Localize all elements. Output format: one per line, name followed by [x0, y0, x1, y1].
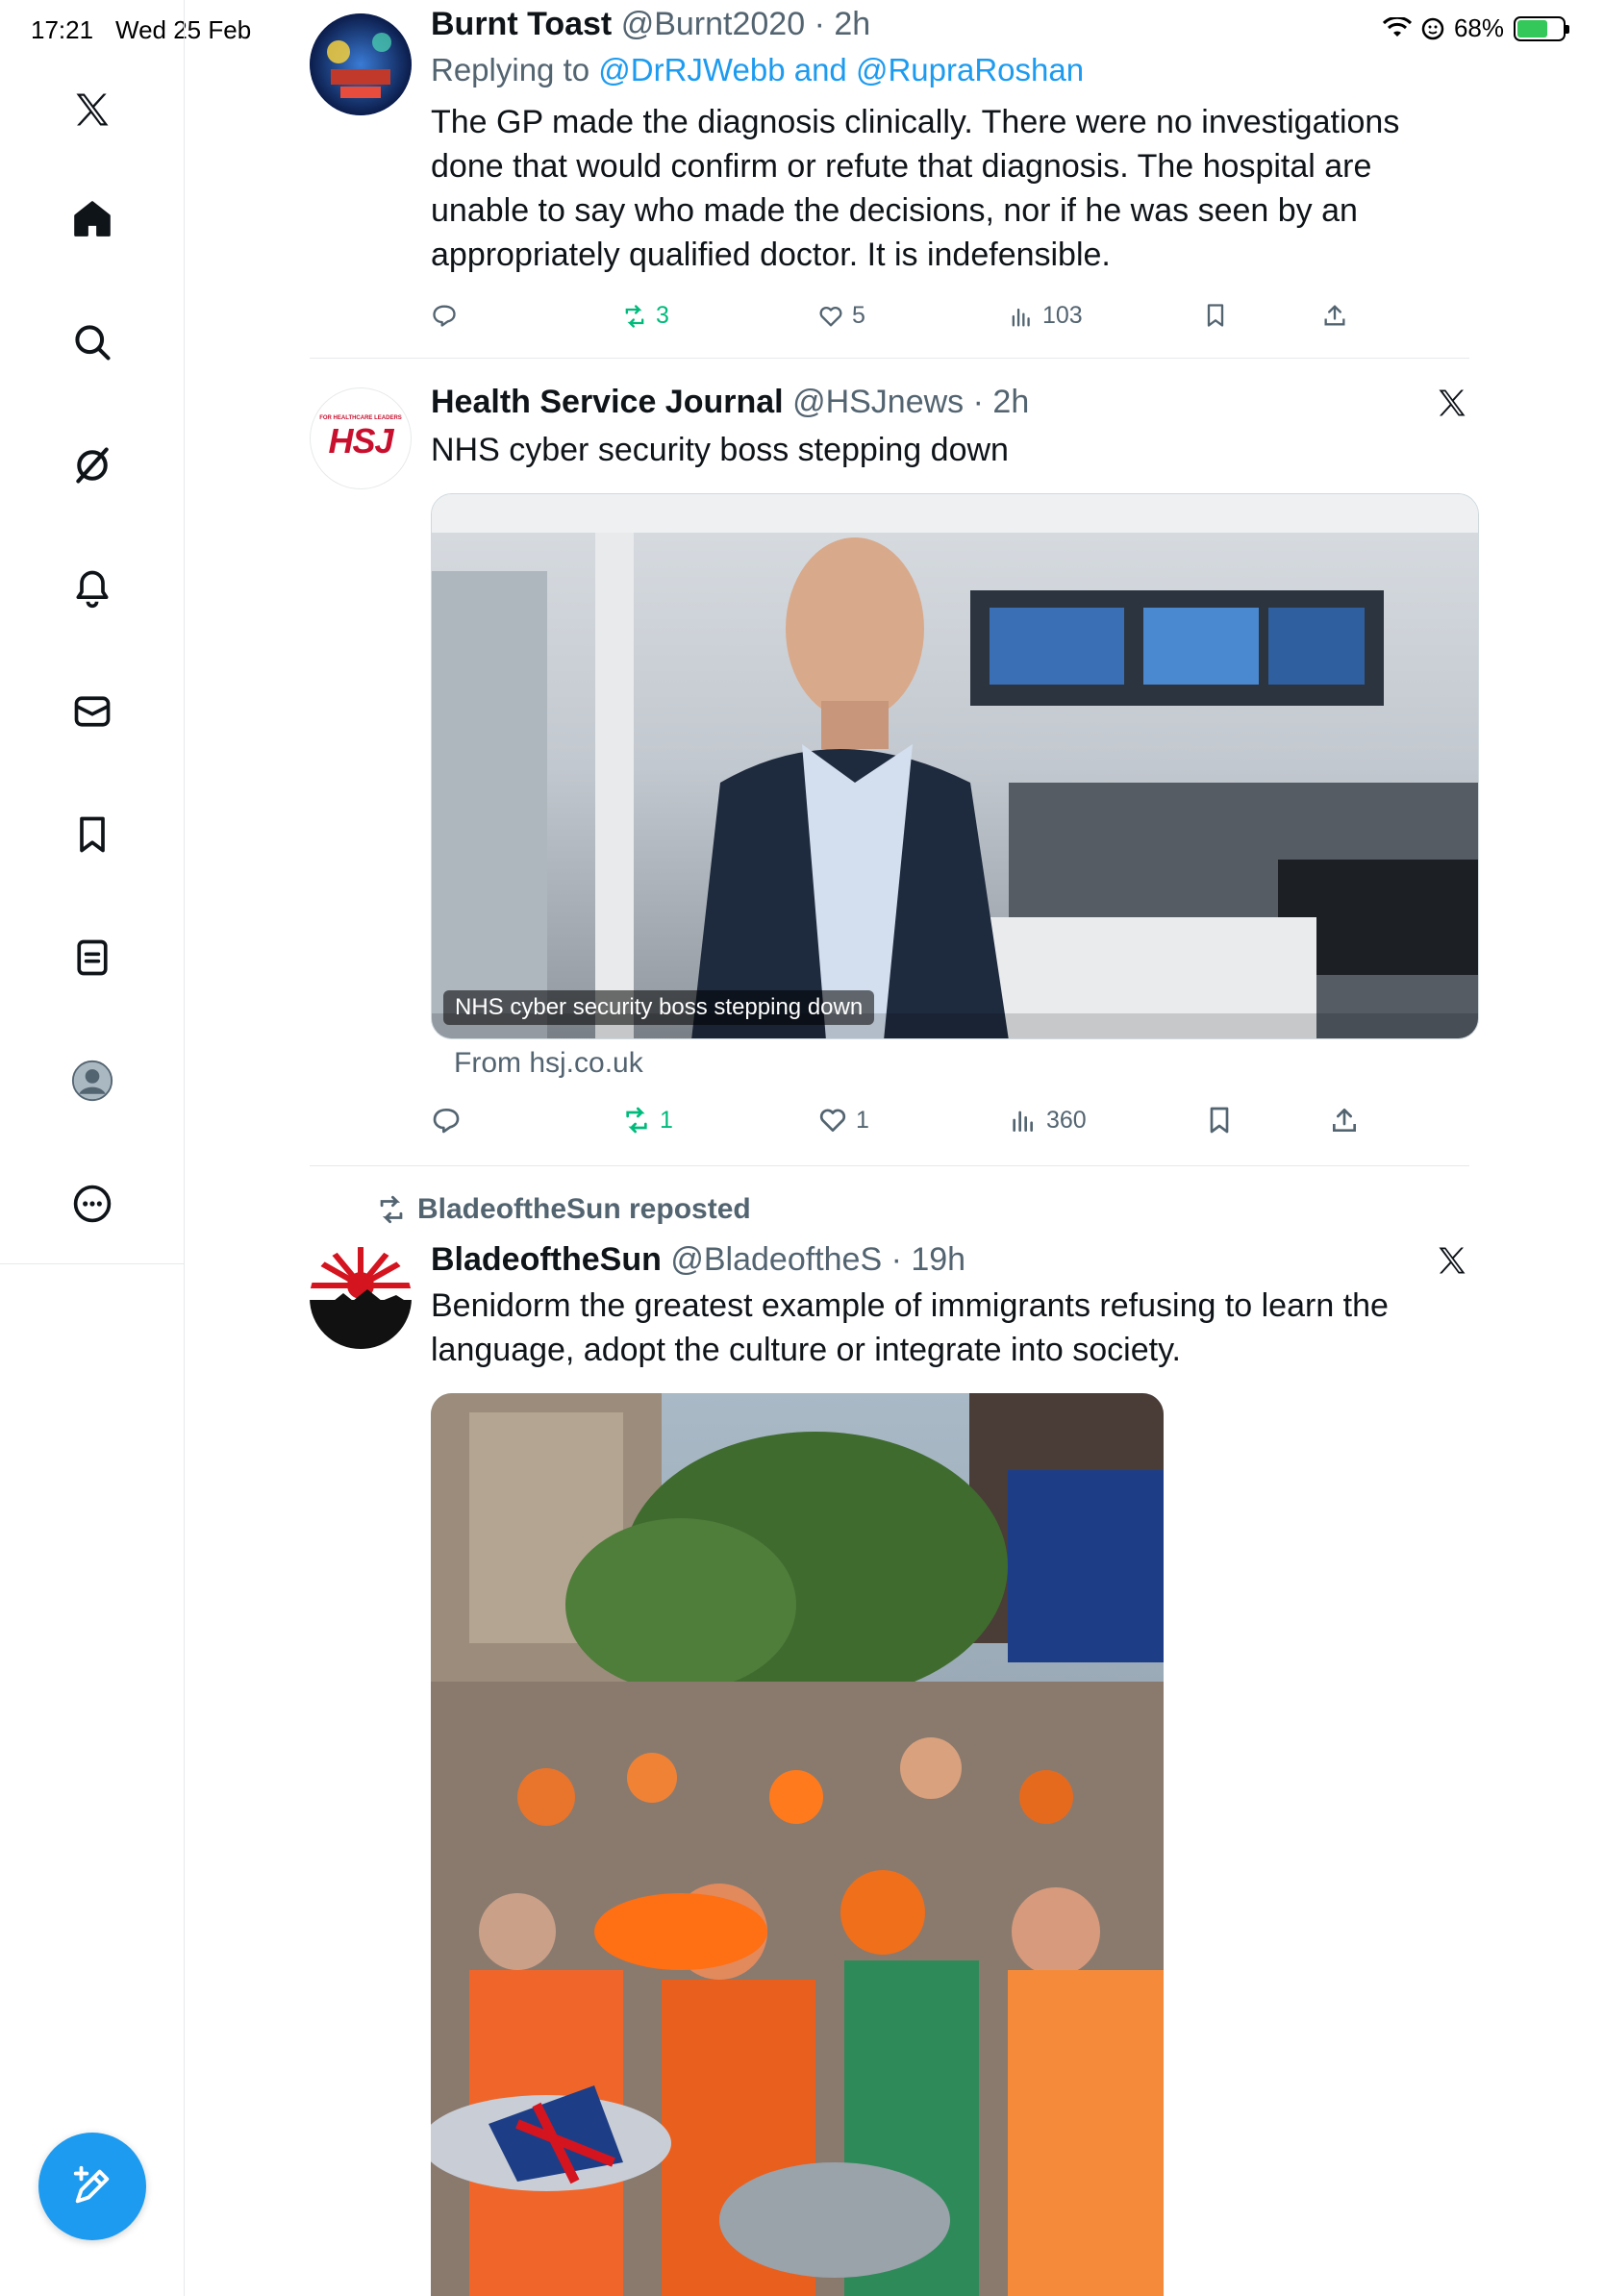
notifications-bell-icon[interactable] — [58, 554, 127, 623]
view-count: 360 — [1046, 1106, 1087, 1134]
avatar[interactable]: FOR HEALTHCARE LEADERS HSJ — [310, 387, 412, 489]
share-icon — [1324, 305, 1345, 326]
tweet-bladeofthesun[interactable]: BladeoftheSun reposted BladeoftheSun @Bl… — [310, 1166, 1469, 2296]
reply-button[interactable] — [431, 302, 458, 329]
compose-quill-icon — [73, 2165, 110, 2204]
bookmark-button[interactable] — [1204, 1105, 1235, 1136]
tweet-header: BladeoftheSun @BladeoftheS · 19h — [431, 1241, 966, 1278]
bookmark-icon — [1207, 304, 1224, 327]
more-options-icon[interactable] — [58, 1169, 127, 1238]
author-name[interactable]: BladeoftheSun — [431, 1241, 662, 1278]
views-chart-icon — [1013, 1111, 1033, 1132]
profile-avatar-icon[interactable] — [58, 1046, 127, 1115]
compose-post-button[interactable] — [38, 2133, 146, 2240]
views-button[interactable]: 360 — [1008, 1105, 1087, 1136]
repost-icon — [626, 1107, 647, 1134]
tweet-time[interactable]: 2h — [992, 384, 1029, 420]
share-button[interactable] — [1329, 1105, 1360, 1136]
replying-to-prefix: Replying to — [431, 52, 590, 87]
crowd-photo — [431, 1393, 1164, 2296]
reply-icon — [433, 1109, 460, 1134]
views-button[interactable]: 103 — [1008, 302, 1083, 330]
tweet-time[interactable]: 19h — [911, 1241, 965, 1278]
reply-button[interactable] — [431, 1105, 462, 1136]
repost-icon — [625, 304, 644, 328]
like-count: 1 — [856, 1106, 869, 1134]
x-logo-icon — [1439, 389, 1466, 416]
x-logo-icon — [1439, 1247, 1466, 1274]
like-button[interactable]: 5 — [817, 302, 865, 330]
tweet-actions: 1 1 360 — [431, 1105, 1469, 1143]
tweet-actions: 3 5 103 — [431, 302, 1469, 340]
repost-count: 3 — [656, 302, 669, 329]
avatar[interactable] — [310, 13, 412, 115]
author-handle[interactable]: @Burnt2020 — [621, 6, 805, 42]
card-source-link[interactable]: From hsj.co.uk — [454, 1047, 643, 1080]
views-chart-icon — [1012, 308, 1030, 326]
tweet-burnt-toast[interactable]: Burnt Toast @Burnt2020 · 2h Replying to … — [310, 0, 1469, 358]
repost-button[interactable]: 3 — [621, 302, 669, 330]
tweet-header: Health Service Journal @HSJnews · 2h — [431, 384, 1030, 420]
reposted-by-line[interactable]: BladeoftheSun reposted — [375, 1193, 751, 1226]
repost-button[interactable]: 1 — [621, 1105, 673, 1136]
article-photo — [432, 494, 1478, 1038]
share-icon — [1333, 1109, 1356, 1132]
avatar-logo-text: HSJ — [328, 421, 393, 461]
avatar[interactable] — [310, 1247, 412, 1349]
like-count: 5 — [852, 302, 865, 329]
tweet-text: NHS cyber security boss stepping down — [431, 432, 1009, 468]
card-caption: NHS cyber security boss stepping down — [443, 990, 875, 1025]
reply-icon — [433, 305, 456, 327]
repost-count: 1 — [660, 1106, 673, 1134]
bookmarks-icon[interactable] — [58, 800, 127, 869]
tweet-header: Burnt Toast @Burnt2020 · 2h — [431, 6, 871, 42]
tweet-time[interactable]: 2h — [834, 6, 870, 42]
replying-to-line: Replying to @DrRJWebb and @RupraRoshan — [431, 50, 1469, 90]
bookmark-button[interactable] — [1202, 302, 1229, 329]
x-logo-icon[interactable] — [58, 75, 127, 144]
lists-icon[interactable] — [58, 923, 127, 992]
bookmark-icon — [1210, 1107, 1229, 1134]
tweet-text: The GP made the diagnosis clinically. Th… — [431, 104, 1400, 273]
author-handle[interactable]: @BladeoftheS — [670, 1241, 882, 1278]
author-name[interactable]: Burnt Toast — [431, 6, 612, 42]
heart-icon — [819, 1109, 846, 1132]
author-handle[interactable]: @HSJnews — [792, 384, 964, 420]
sidebar — [0, 0, 185, 2296]
grok-icon[interactable] — [58, 431, 127, 500]
view-count: 103 — [1042, 302, 1083, 329]
tweet-media-photo[interactable] — [431, 1393, 1164, 2296]
tweet-hsj[interactable]: FOR HEALTHCARE LEADERS HSJ Health Servic… — [310, 359, 1479, 1166]
tweet-text: Benidorm the greatest example of immigra… — [431, 1287, 1389, 1368]
heart-icon — [819, 306, 842, 326]
reposted-by-text: BladeoftheSun reposted — [417, 1193, 751, 1225]
like-button[interactable]: 1 — [817, 1105, 869, 1136]
messages-envelope-icon[interactable] — [58, 677, 127, 746]
sidebar-divider — [0, 1263, 185, 1264]
author-name[interactable]: Health Service Journal — [431, 384, 784, 420]
replying-to-users-link[interactable]: @DrRJWebb and @RupraRoshan — [598, 52, 1084, 87]
repost-icon — [380, 1195, 403, 1224]
link-card-image[interactable]: NHS cyber security boss stepping down — [431, 493, 1479, 1039]
timeline-feed: Burnt Toast @Burnt2020 · 2h Replying to … — [185, 0, 1604, 2296]
search-icon[interactable] — [58, 308, 127, 377]
share-button[interactable] — [1321, 302, 1348, 329]
home-icon[interactable] — [58, 185, 127, 254]
